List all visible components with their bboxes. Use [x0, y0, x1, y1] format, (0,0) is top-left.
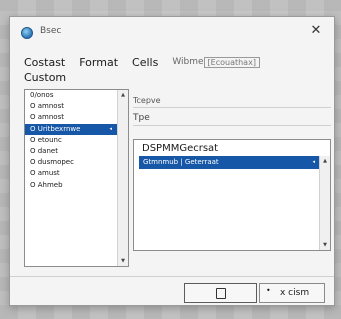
list-item[interactable]: O amnost	[25, 112, 128, 123]
type-scrollbar[interactable]: ▲ ▼	[319, 156, 330, 250]
type-list-selected-item[interactable]: Gtmnmub | Geterraat ◂	[139, 156, 319, 169]
category-heading: Custom	[24, 71, 67, 84]
tab-ecouathax[interactable]: [Ecouathax]	[203, 56, 260, 68]
scroll-up-icon[interactable]: ▲	[320, 156, 330, 166]
type-item-label: Gtmnmub | Geterraat	[143, 158, 219, 166]
tab-strip: Costast Format Cells Wibme [Ecouathax]	[24, 53, 328, 71]
ok-button[interactable]	[184, 283, 257, 303]
bullet-icon: •	[266, 286, 271, 295]
type-label: Tpe	[133, 113, 150, 123]
list-item[interactable]: O Ahmeb	[25, 180, 128, 191]
list-item[interactable]: O dusmopec	[25, 157, 128, 168]
tab-costast[interactable]: Costast	[24, 56, 65, 69]
category-list[interactable]: 0/onos O amnost O amnost O Uritbexrnwe ◂…	[24, 89, 129, 267]
close-icon[interactable]: ✕	[306, 21, 326, 41]
cancel-label: x cism	[280, 288, 310, 298]
list-item[interactable]: O amnost	[25, 101, 128, 112]
format-cells-dialog: Bsec ✕ Costast Format Cells Wibme [Ecoua…	[9, 16, 335, 306]
item-arrow-icon: ◂	[312, 159, 315, 165]
type-label-top: Tcepve	[133, 96, 161, 105]
separator	[133, 125, 331, 126]
list-item[interactable]: O danet	[25, 146, 128, 157]
dialog-title: Bsec	[40, 26, 62, 36]
list-item[interactable]: O amust	[25, 168, 128, 179]
type-current-value[interactable]: DSPMMGecrsat	[142, 143, 218, 154]
app-icon	[21, 27, 33, 39]
square-icon	[216, 288, 226, 299]
scroll-down-icon[interactable]: ▼	[118, 256, 128, 266]
type-list[interactable]: DSPMMGecrsat Gtmnmub | Geterraat ◂ ▲ ▼	[133, 139, 331, 251]
separator	[133, 107, 331, 108]
list-item[interactable]: 0/onos	[25, 90, 128, 101]
title-bar[interactable]: Bsec ✕	[10, 17, 334, 47]
item-arrow-icon: ◂	[109, 125, 112, 132]
scroll-up-icon[interactable]: ▲	[118, 90, 128, 100]
list-item[interactable]: O etounc	[25, 135, 128, 146]
footer-divider	[10, 276, 334, 277]
scroll-down-icon[interactable]: ▼	[320, 240, 330, 250]
tab-format[interactable]: Format	[79, 56, 118, 69]
category-scrollbar[interactable]: ▲ ▼	[117, 90, 128, 266]
list-item-selected[interactable]: O Uritbexrnwe ◂	[25, 123, 128, 135]
tab-cells[interactable]: Cells	[132, 56, 158, 69]
list-item-label: O Uritbexrnwe	[30, 124, 81, 133]
cancel-button[interactable]: • x cism	[259, 283, 325, 303]
tab-wibme[interactable]: Wibme	[172, 57, 203, 67]
